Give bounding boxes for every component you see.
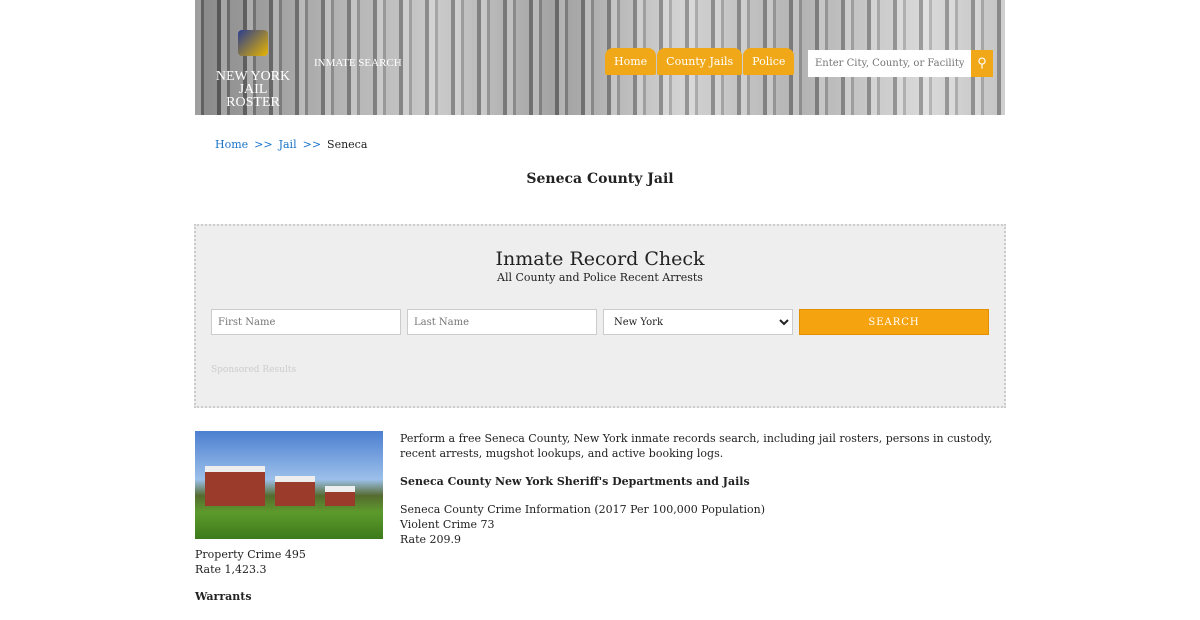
- record-check-title: Inmate Record Check: [495, 248, 705, 270]
- property-rate: Rate 1,423.3: [195, 563, 267, 576]
- violent-rate: Rate 209.9: [400, 533, 462, 546]
- intro-text: Perform a free Seneca County, New York i…: [400, 432, 993, 460]
- courthouse-photo: [195, 431, 383, 539]
- last-name-input[interactable]: [407, 309, 597, 335]
- sheriff-heading-text: Seneca County New York Sheriff's Departm…: [400, 475, 750, 488]
- breadcrumb-separator: >>: [302, 138, 322, 151]
- site-search: ⚲: [808, 50, 993, 77]
- breadcrumb-home[interactable]: Home: [215, 138, 248, 151]
- breadcrumb-jail[interactable]: Jail: [279, 138, 297, 151]
- inmate-record-check: Inmate Record Check All County and Polic…: [194, 224, 1006, 408]
- inmate-search-link[interactable]: INMATE SEARCH: [314, 57, 402, 69]
- search-button[interactable]: SEARCH: [799, 309, 989, 335]
- search-icon[interactable]: ⚲: [971, 50, 993, 77]
- warrants-text: Warrants: [195, 590, 252, 603]
- nav-police[interactable]: Police: [743, 48, 795, 75]
- site-logo[interactable]: NEW YORK JAIL ROSTER: [213, 30, 293, 110]
- state-emblem-icon: [238, 30, 268, 56]
- sponsored-results: Sponsored Results: [211, 365, 297, 375]
- site-search-input[interactable]: [808, 50, 971, 77]
- nav-home[interactable]: Home: [605, 48, 657, 75]
- sheriff-heading: Seneca County New York Sheriff's Departm…: [400, 474, 750, 489]
- breadcrumb: Home >> Jail >> Seneca: [215, 138, 367, 151]
- crime-info: Seneca County Crime Information (2017 Pe…: [400, 503, 765, 516]
- logo-line2: JAIL ROSTER: [226, 82, 280, 110]
- main-nav: Home County Jails Police: [605, 48, 795, 75]
- first-name-input[interactable]: [211, 309, 401, 335]
- breadcrumb-current: Seneca: [327, 138, 368, 151]
- page-title: Seneca County Jail: [526, 171, 674, 187]
- property-crime: Property Crime 495: [195, 548, 306, 561]
- state-select[interactable]: New York: [603, 309, 793, 335]
- header-banner: NEW YORK JAIL ROSTER INMATE SEARCH Home …: [195, 0, 1005, 115]
- violent-crime: Violent Crime 73: [400, 518, 495, 531]
- record-check-subtitle: All County and Police Recent Arrests: [497, 271, 703, 284]
- nav-county-jails[interactable]: County Jails: [657, 48, 743, 75]
- breadcrumb-separator: >>: [254, 138, 273, 151]
- warrants-heading: Warrants: [195, 589, 252, 604]
